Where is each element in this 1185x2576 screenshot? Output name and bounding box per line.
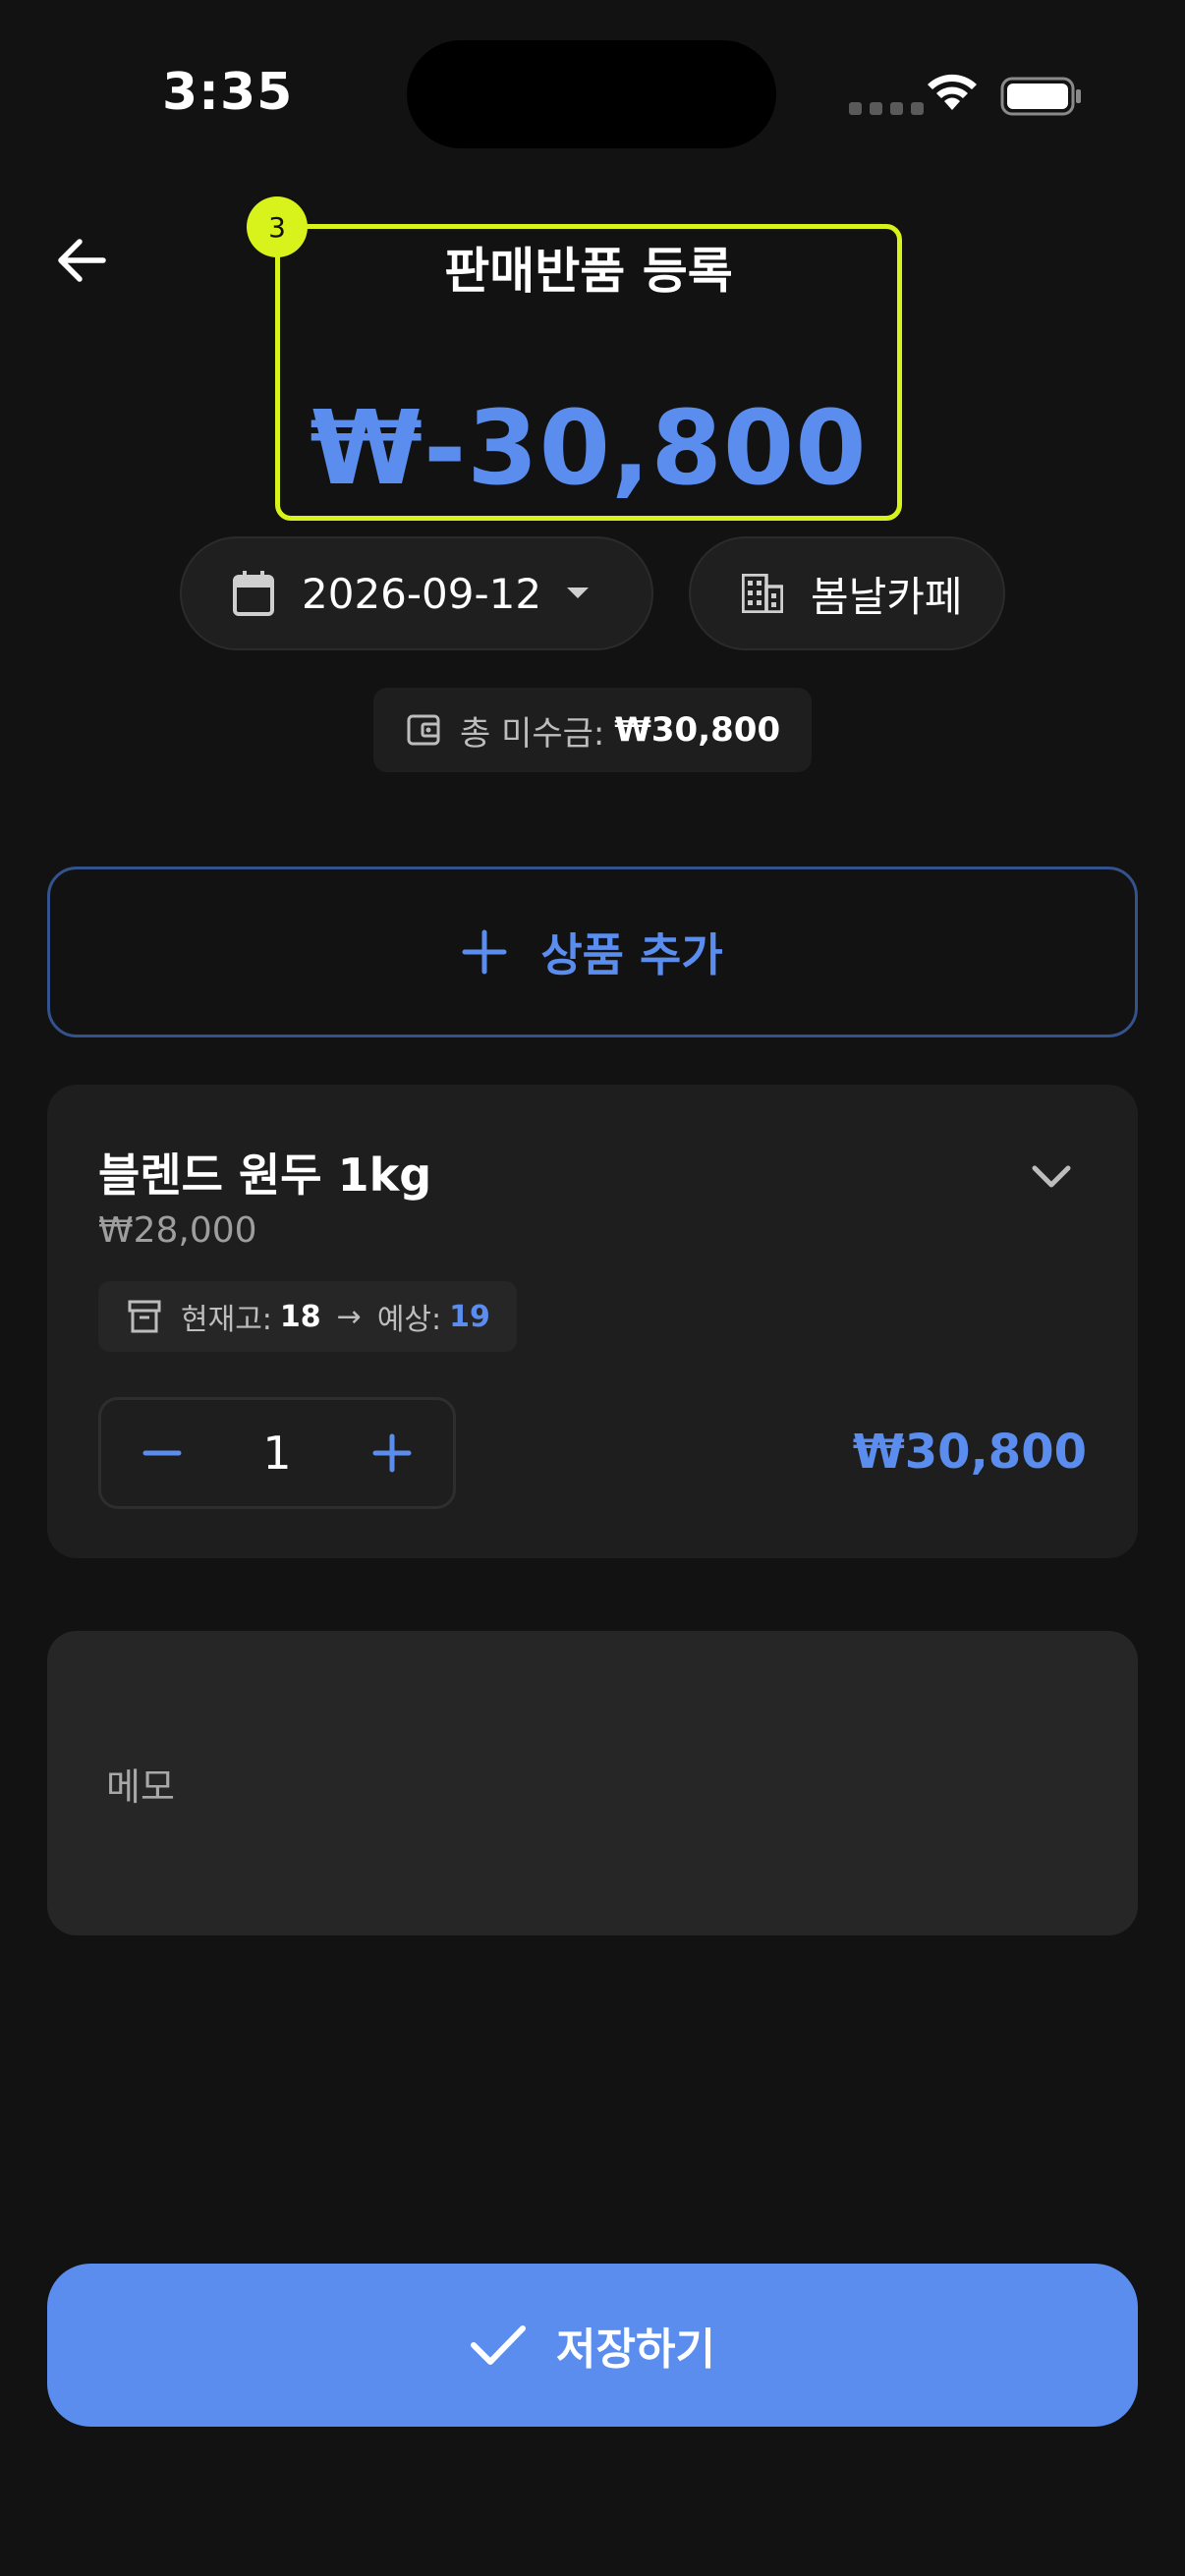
product-price: ₩28,000 [98, 1210, 257, 1251]
product-card: 블렌드 원두 1kg ₩28,000 현재고: 18 → 예상: 19 1 ₩3… [47, 1085, 1138, 1558]
memo-field[interactable]: 메모 [47, 1631, 1138, 1935]
unpaid-total-badge: 총 미수금: ₩30,800 [373, 688, 812, 772]
building-icon [742, 574, 783, 613]
expected-value: 19 [449, 1299, 490, 1334]
add-product-label: 상품 추가 [540, 928, 723, 981]
screen: 3:35 판매반품 등록 ₩-30,800 3 2026-09-12 봄날카페 … [0, 0, 1185, 2576]
dynamic-island [407, 40, 776, 148]
minus-icon [142, 1450, 182, 1456]
line-total: ₩30,800 [852, 1425, 1087, 1480]
unpaid-value: ₩30,800 [614, 710, 781, 750]
vendor-selector[interactable]: 봄날카페 [689, 536, 1005, 650]
add-product-button[interactable]: 상품 추가 [47, 867, 1138, 1037]
arrow-icon: → [336, 1299, 362, 1334]
save-label: 저장하기 [556, 2324, 715, 2375]
highlight-box [275, 224, 902, 521]
save-button[interactable]: 저장하기 [47, 2264, 1138, 2427]
date-value: 2026-09-12 [302, 569, 542, 618]
vendor-value: 봄날카페 [811, 572, 963, 621]
stock-info: 현재고: 18 → 예상: 19 [98, 1281, 517, 1352]
archive-icon [128, 1300, 161, 1333]
cellular-signal-icon [849, 102, 924, 115]
back-arrow-icon [58, 239, 106, 282]
memo-placeholder: 메모 [106, 1764, 175, 1809]
plus-icon [372, 1433, 412, 1473]
wallet-icon [407, 714, 440, 746]
quantity-value: 1 [262, 1427, 292, 1480]
wifi-icon [928, 74, 977, 110]
collapse-button[interactable] [1020, 1146, 1083, 1208]
unpaid-label: 총 미수금: [460, 713, 605, 754]
battery-icon [1000, 77, 1081, 116]
quantity-stepper: 1 [98, 1397, 456, 1509]
date-selector[interactable]: 2026-09-12 [180, 536, 653, 650]
increase-button[interactable] [361, 1422, 423, 1484]
product-name: 블렌드 원두 1kg [98, 1148, 432, 1202]
calendar-icon [233, 571, 274, 616]
decrease-button[interactable] [131, 1422, 194, 1484]
status-time: 3:35 [162, 63, 294, 122]
caret-down-icon [567, 588, 590, 598]
expected-label: 예상: [376, 1303, 442, 1337]
stock-value: 18 [279, 1299, 321, 1334]
check-icon [471, 2325, 527, 2365]
stock-label: 현재고: [181, 1303, 272, 1337]
plus-icon [462, 929, 507, 975]
back-button[interactable] [49, 228, 114, 293]
chevron-down-icon [1032, 1165, 1071, 1188]
highlight-badge: 3 [247, 196, 308, 257]
